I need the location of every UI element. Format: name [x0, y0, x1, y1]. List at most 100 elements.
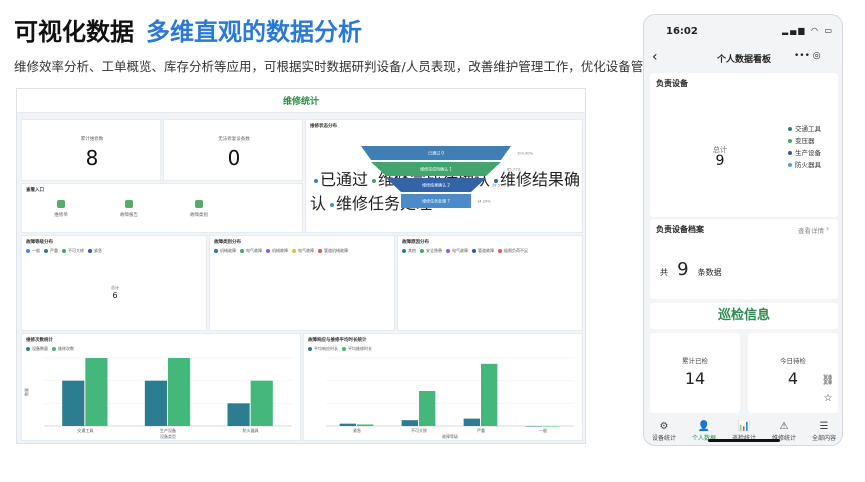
funnel-percent: 100.00%: [517, 152, 534, 156]
y-axis-label: 数量: [23, 388, 29, 396]
pie-chart-level: 总计6: [111, 284, 119, 300]
x-tick-label: 紧急: [353, 427, 361, 433]
pie-card-level: 故障等级分布 一般 严重 不可大修 紧急 总计 6: [21, 235, 207, 331]
bar[interactable]: [357, 424, 374, 426]
legend-item[interactable]: 平均维修时长: [338, 346, 372, 351]
entry-item-fault-report[interactable]: 故障报告: [114, 200, 144, 228]
x-tick-label: 不可大修: [411, 427, 427, 433]
bar[interactable]: [339, 423, 356, 426]
fault-report-icon: [125, 200, 133, 208]
chevron-right-icon[interactable]: ›: [826, 224, 829, 233]
dashboard-screenshot: 维修统计 累计维修数 8 无法修复设备数 0 查看入口 维修单 故障报告 故障类…: [16, 88, 586, 444]
legend-dot: [52, 347, 56, 351]
dashboard-title: 维修统计: [282, 97, 319, 107]
pie-title: 故障等级分布: [26, 240, 53, 245]
legend-dot: [330, 202, 335, 207]
entry-title: 查看入口: [26, 188, 44, 193]
home-indicator: [708, 439, 780, 442]
funnel-label: 已通过 0: [428, 150, 444, 156]
status-time: 16:02: [666, 26, 698, 37]
entry-item-label: 故障报告: [120, 213, 138, 218]
archive-suffix: 条数据: [697, 268, 722, 277]
legend-item[interactable]: 维修次数: [48, 346, 74, 351]
tab-label: 全部内容: [811, 435, 836, 442]
funnel-card: 维修状态分布 已通过维修完成待确认维修结果确认维修任务处理 已通过 0100.0…: [305, 119, 583, 233]
bar[interactable]: [401, 420, 418, 426]
stat-label: 累计已检: [682, 357, 708, 365]
entry-item-repair-order[interactable]: 维修单: [46, 200, 76, 228]
pie-title: 故障类别分布: [214, 240, 241, 245]
bar[interactable]: [62, 380, 85, 426]
bar[interactable]: [543, 426, 560, 427]
archive-count-line: 共 9 条数据: [660, 259, 722, 280]
funnel-percent: 14.29%: [477, 200, 491, 204]
bar[interactable]: [481, 363, 498, 426]
kpi-label: 累计维修数: [80, 137, 104, 142]
archive-title: 负责设备档案: [656, 225, 704, 234]
center-label: 总计: [111, 284, 119, 290]
legend-label: 防火器具: [795, 160, 822, 169]
legend-dot: [314, 178, 318, 183]
user-icon: 👤: [697, 421, 711, 432]
x-tick-label: 生产设备: [160, 427, 176, 433]
devices-title: 负责设备: [656, 79, 688, 88]
archive-link[interactable]: 查看详情: [798, 225, 824, 235]
gear-icon: ⚙: [659, 421, 669, 432]
x-tick-label: 严重: [477, 427, 485, 433]
dashboard-header: 维修统计: [17, 89, 585, 113]
stat-card-checked: 累计已检 14: [650, 333, 740, 413]
tab-all-content[interactable]: ☰ 全部内容: [804, 421, 842, 442]
bar[interactable]: [463, 418, 480, 426]
repair-order-icon: [57, 200, 65, 208]
hero-title-accent: 多维直观的数据分析: [146, 18, 362, 46]
capsule-menu-icon[interactable]: ••• ◎: [794, 51, 838, 67]
legend-item[interactable]: 设备数量: [22, 346, 48, 351]
hero-title-main: 可视化数据: [14, 18, 134, 46]
entry-card: 查看入口 维修单 故障报告 故障类别: [21, 183, 303, 233]
legend-dot: [788, 127, 792, 131]
funnel-title: 维修状态分布: [310, 124, 337, 129]
status-bar: 16:02 ▂▄▆ ◠ ▭: [644, 15, 842, 49]
legend-dot: [788, 151, 792, 155]
bar-chart-icon: 📊: [737, 421, 751, 432]
legend-label: 交通工具: [795, 124, 822, 133]
bar-card-repairs: 维修次数统计 设备数量 维修次数 交通工具 生产设备 防火器具 数量 设备类型: [21, 333, 301, 441]
tab-device-stats[interactable]: ⚙ 设备统计: [644, 421, 684, 442]
bar[interactable]: [419, 391, 436, 426]
bar[interactable]: [85, 358, 108, 426]
kpi-card-repairs: 累计维修数 8: [21, 119, 161, 181]
entry-item-fault-category[interactable]: 故障类别: [184, 200, 214, 228]
x-tick-label: 交通工具: [77, 427, 93, 433]
legend-dot: [342, 347, 346, 351]
funnel-label: 维修完成待确认 1: [420, 166, 452, 172]
legend-label: 变压器: [795, 136, 815, 145]
archive-prefix: 共: [660, 268, 668, 277]
nav-bar: ‹ 个人数据看板 ••• ◎: [644, 47, 842, 71]
legend-dot: [308, 347, 312, 351]
bar[interactable]: [525, 426, 542, 427]
bar[interactable]: [227, 403, 250, 426]
center-value: 9: [716, 153, 725, 169]
stat-label: 今日待检: [780, 357, 806, 365]
grid-icon: ☰: [819, 421, 829, 432]
phone-mockup: 16:02 ▂▄▆ ◠ ▭ ‹ 个人数据看板 ••• ◎ 负责设备 总计 9 交通工…: [643, 14, 843, 446]
bar-title: 维修次数统计: [26, 338, 53, 343]
bar[interactable]: [250, 380, 273, 426]
entry-item-label: 维修单: [54, 213, 68, 218]
funnel-percent: 28.57%: [492, 184, 506, 188]
link-icon[interactable]: ⛓: [820, 373, 836, 389]
star-icon[interactable]: ☆: [820, 391, 836, 407]
funnel-percent: 85.71%: [507, 168, 521, 172]
bar-chart-repairs: 交通工具 生产设备 防火器具 数量设备类型: [23, 357, 292, 439]
legend-item[interactable]: 平均响应时长: [304, 346, 338, 351]
legend-label: 生产设备: [795, 148, 822, 157]
legend-dot: [26, 347, 30, 351]
tab-label: 设备统计: [651, 435, 676, 442]
pie-chart-cause: [398, 252, 584, 332]
kpi-card-unrepairable: 无法修复设备数 0: [163, 119, 303, 181]
bar[interactable]: [168, 358, 191, 426]
archive-card: 负责设备档案 查看详情 › 共 9 条数据: [650, 219, 838, 299]
donut-chart-devices: 总计9交通工具变压器生产设备防火器具: [713, 124, 822, 169]
x-tick-label: 防火器具: [243, 427, 259, 433]
bar[interactable]: [144, 380, 167, 426]
